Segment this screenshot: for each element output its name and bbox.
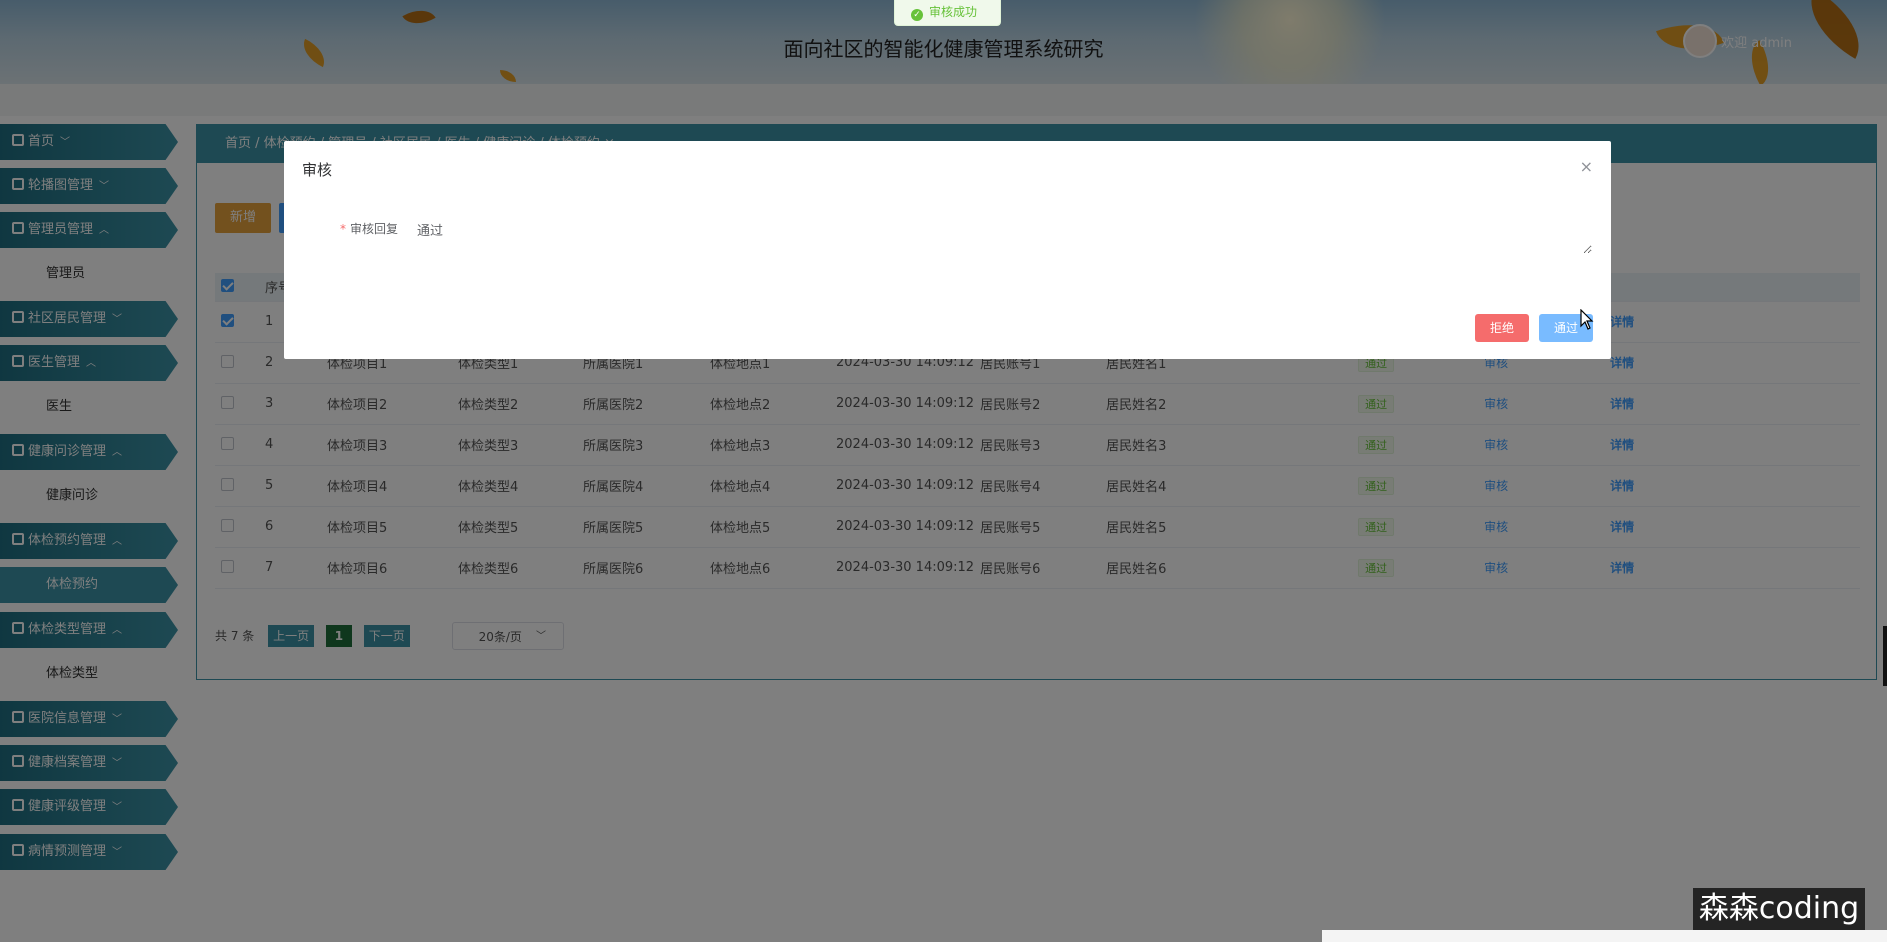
bottom-strip xyxy=(1322,930,1887,942)
review-reply-label-text: 审核回复 xyxy=(350,222,399,236)
watermark: 森森coding xyxy=(1693,888,1865,930)
review-reply-textarea[interactable] xyxy=(406,213,1593,255)
check-circle-icon: ✓ xyxy=(911,9,923,21)
reject-button[interactable]: 拒绝 xyxy=(1475,314,1529,342)
required-mark: * xyxy=(340,222,346,236)
close-icon[interactable]: × xyxy=(1580,157,1593,176)
review-reply-label: * 审核回复 xyxy=(340,220,398,237)
scrollbar-edge xyxy=(1883,626,1887,686)
success-toast: ✓ 审核成功 xyxy=(894,0,1001,26)
dialog-title: 审核 xyxy=(302,161,333,179)
review-dialog: 审核 × *审核回复 拒绝 通过 xyxy=(284,141,1611,359)
toast-message: 审核成功 xyxy=(929,5,978,19)
